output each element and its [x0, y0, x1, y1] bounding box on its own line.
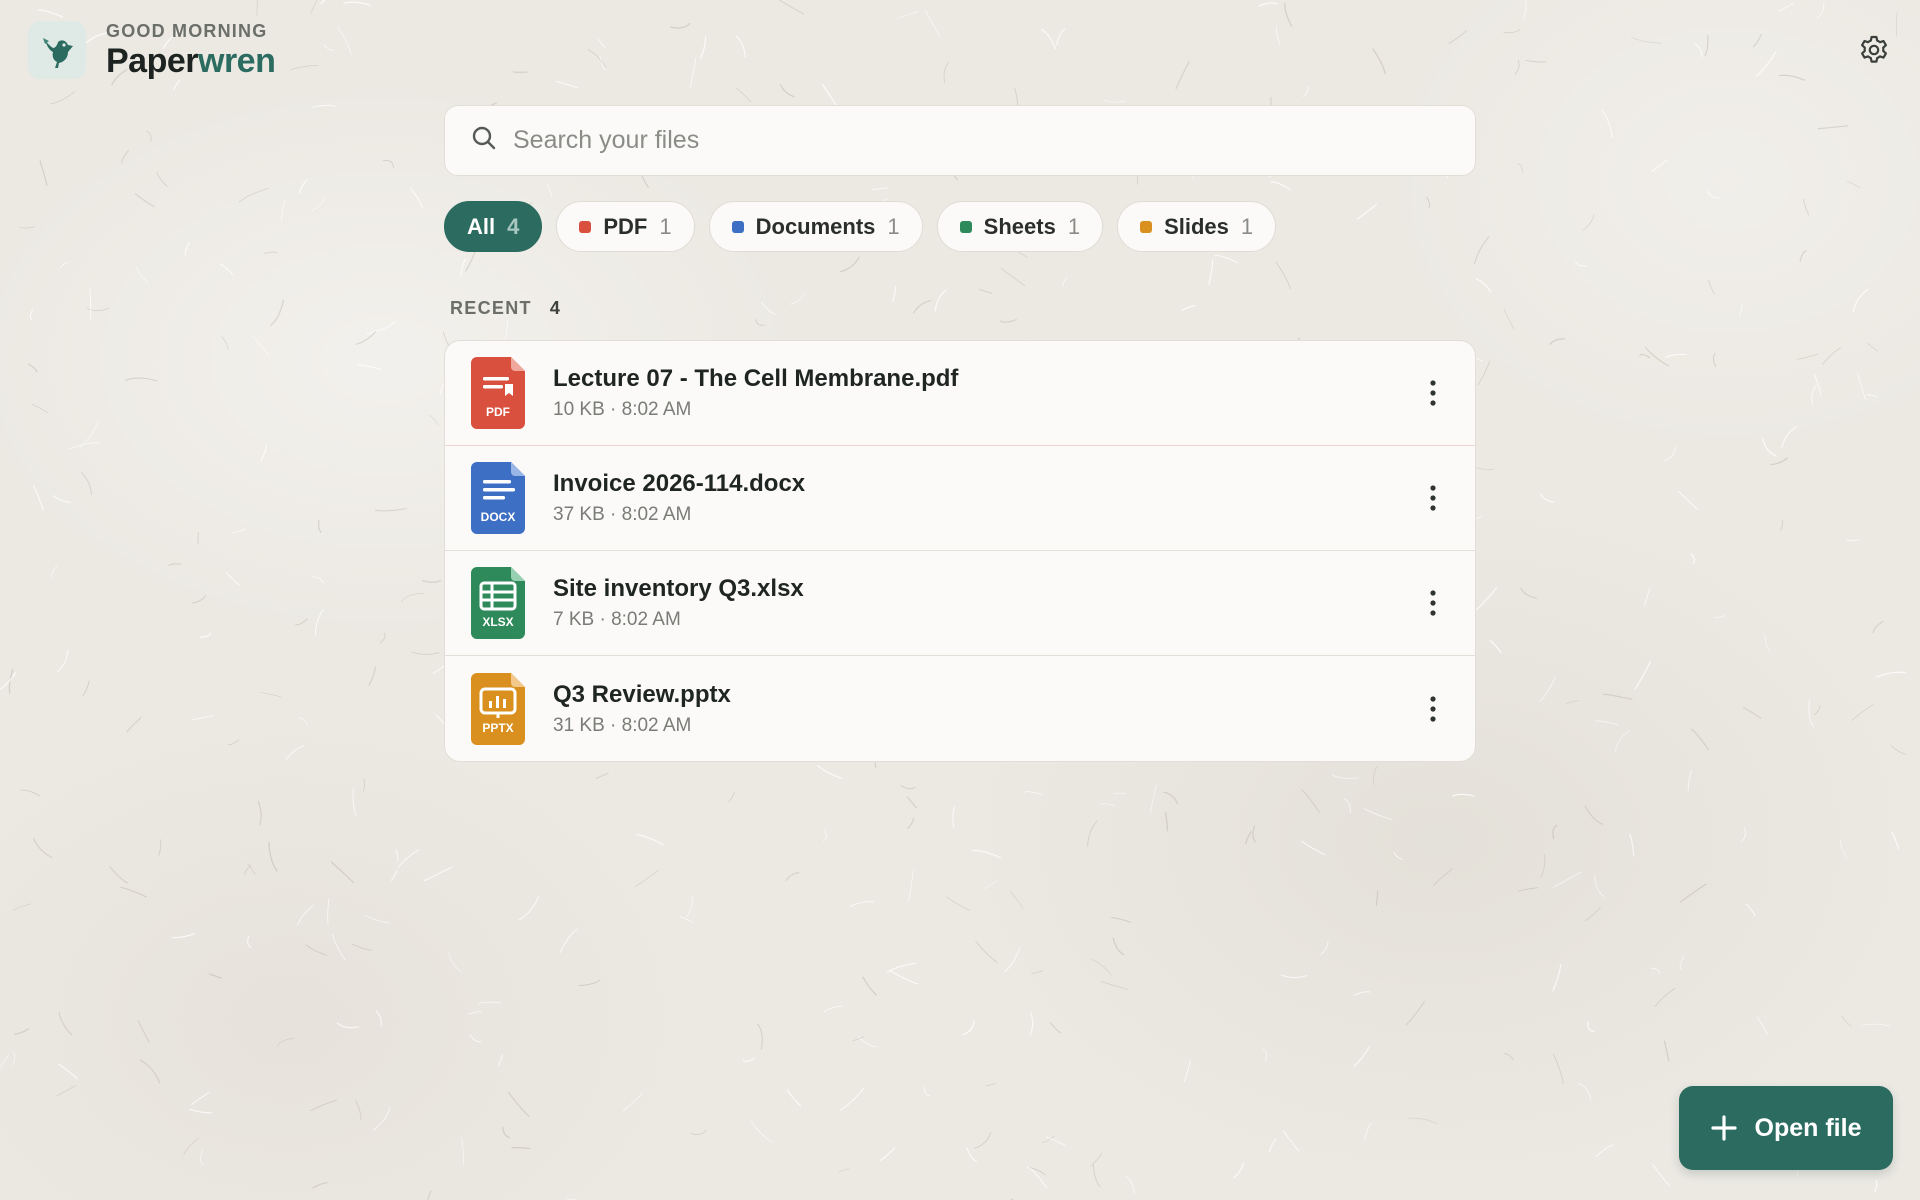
file-name: Q3 Review.pptx [553, 680, 731, 708]
file-list: PDF Lecture 07 - The Cell Membrane.pdf 1… [444, 340, 1476, 762]
more-options-icon[interactable] [1421, 693, 1445, 725]
file-meta: 31 KB · 8:02 AM [553, 714, 692, 736]
file-name: Invoice 2026-114.docx [553, 470, 806, 497]
app-name-part1: Paper [106, 42, 199, 80]
more-options-icon[interactable] [1421, 377, 1445, 409]
pdf-color-dot [579, 220, 592, 233]
docx-file-icon: DOCX [471, 462, 525, 534]
pptx-file-icon: PPTX [471, 672, 525, 745]
gear-icon[interactable] [1858, 34, 1890, 66]
filter-chip-documents[interactable]: Documents 1 [708, 201, 923, 252]
open-file-button[interactable]: Open file [1679, 1086, 1893, 1170]
filter-chip-sheets[interactable]: Sheets 1 [936, 201, 1104, 252]
svg-text:PPTX: PPTX [482, 721, 513, 735]
bird-icon [28, 21, 86, 79]
plus-icon [1710, 1115, 1737, 1141]
brand: GOOD MORNING Paperwren [28, 20, 276, 80]
recent-count: 4 [549, 298, 560, 318]
file-row[interactable]: PPTX Q3 Review.pptx 31 KB · 8:02 AM [445, 656, 1475, 761]
chip-count: 4 [507, 213, 520, 239]
recent-section-label: RECENT 4 [450, 298, 560, 319]
chip-count: 1 [1240, 213, 1254, 239]
file-row[interactable]: XLSX Site inventory Q3.xlsx 7 KB · 8:02 … [445, 551, 1475, 656]
filter-chip-all[interactable]: All 4 [444, 201, 543, 252]
file-row[interactable]: PDF Lecture 07 - The Cell Membrane.pdf 1… [445, 341, 1475, 446]
chip-count: 1 [887, 213, 900, 239]
slides-color-dot [1140, 220, 1153, 233]
app-name: Paperwren [106, 42, 276, 80]
file-row[interactable]: DOCX Invoice 2026-114.docx 37 KB · 8:02 … [445, 446, 1475, 551]
svg-text:DOCX: DOCX [481, 510, 516, 524]
xlsx-file-icon: XLSX [471, 567, 525, 639]
filter-chip-slides[interactable]: Slides 1 [1117, 201, 1277, 252]
more-options-icon[interactable] [1421, 587, 1445, 619]
open-file-label: Open file [1754, 1113, 1862, 1142]
greeting: GOOD MORNING [106, 21, 268, 41]
chip-label: Slides [1164, 213, 1229, 239]
filter-chips: All 4 PDF 1 Documents 1 Sheets 1 Slides … [444, 201, 1290, 252]
file-name: Lecture 07 - The Cell Membrane.pdf [553, 365, 959, 392]
search-icon [471, 125, 497, 156]
chip-count: 1 [659, 213, 672, 239]
file-name: Site inventory Q3.xlsx [553, 575, 804, 602]
file-meta: 10 KB · 8:02 AM [553, 399, 692, 420]
search-bar[interactable] [444, 105, 1476, 176]
svg-text:PDF: PDF [486, 405, 510, 419]
search-input[interactable] [513, 120, 1475, 161]
chip-label: Documents [755, 213, 876, 239]
app-name-part2: wren [198, 42, 276, 80]
pdf-file-icon: PDF [471, 357, 525, 429]
file-meta: 37 KB · 8:02 AM [553, 504, 692, 525]
svg-text:XLSX: XLSX [482, 615, 513, 629]
chip-label: All [467, 213, 496, 239]
chip-label: Sheets [983, 213, 1056, 239]
file-meta: 7 KB · 8:02 AM [553, 609, 681, 630]
documents-color-dot [731, 220, 744, 233]
chip-count: 1 [1067, 213, 1081, 239]
chip-label: PDF [603, 213, 648, 239]
more-options-icon[interactable] [1421, 482, 1445, 514]
filter-chip-pdf[interactable]: PDF 1 [556, 201, 695, 252]
sheets-color-dot [959, 220, 972, 233]
recent-label: RECENT [450, 298, 532, 318]
